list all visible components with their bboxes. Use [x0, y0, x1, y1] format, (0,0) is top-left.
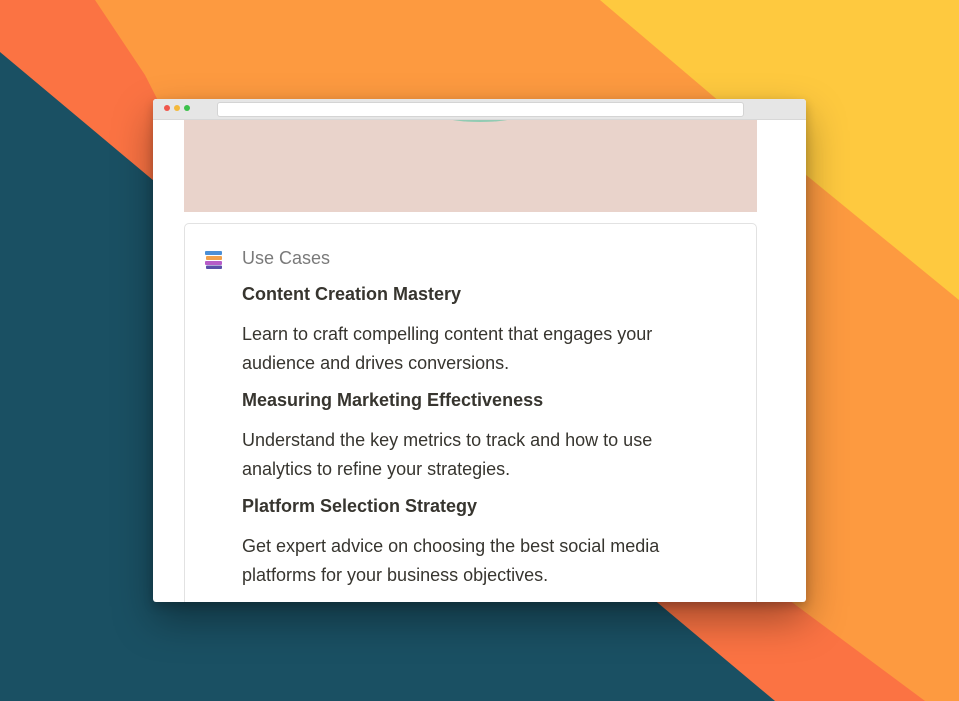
maximize-window-button[interactable] — [184, 105, 190, 111]
page-content[interactable]: Use Cases Content Creation Mastery Learn… — [153, 120, 806, 602]
callout-title: Use Cases — [242, 248, 331, 268]
address-bar[interactable] — [217, 102, 744, 117]
title-bar — [153, 99, 806, 120]
use-case-description: Learn to craft compelling content that e… — [242, 324, 653, 373]
cover-image-accent — [446, 120, 514, 122]
use-case-description: Understand the key metrics to track and … — [242, 430, 653, 479]
books-icon — [204, 250, 224, 270]
browser-window: Use Cases Content Creation Mastery Learn… — [153, 99, 806, 602]
use-cases-callout: Use Cases Content Creation Mastery Learn… — [184, 223, 757, 602]
minimize-window-button[interactable] — [174, 105, 180, 111]
use-case-description: Get expert advice on choosing the best s… — [242, 536, 660, 585]
close-window-button[interactable] — [164, 105, 170, 111]
use-case-title: Platform Selection Strategy — [242, 496, 478, 516]
use-case-list: Content Creation Mastery Learn to craft … — [242, 282, 722, 600]
use-case-title: Measuring Marketing Effectiveness — [242, 390, 544, 410]
use-case-title: Content Creation Mastery — [242, 284, 462, 304]
cover-image — [184, 120, 757, 212]
